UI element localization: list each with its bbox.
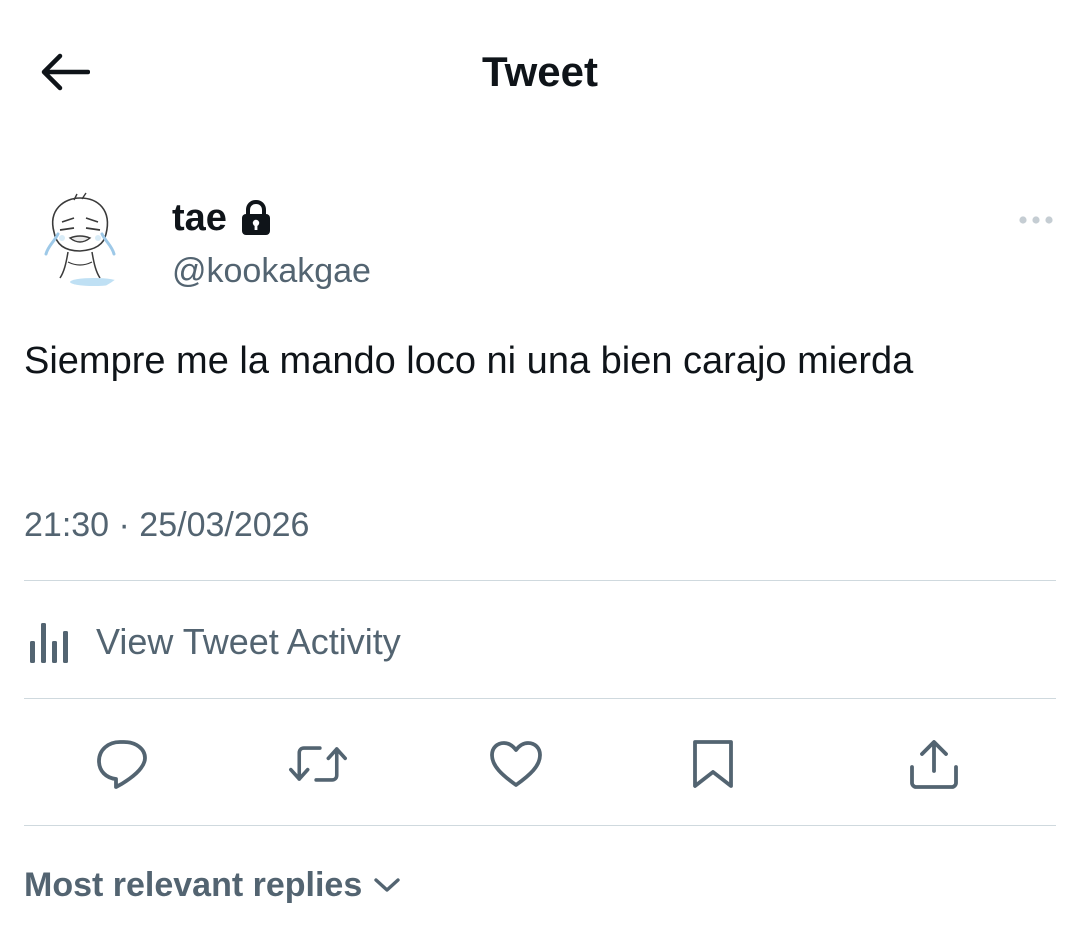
tweet-text: Siempre me la mando loco ni una bien car… — [24, 340, 914, 382]
view-tweet-activity-button[interactable]: View Tweet Activity — [24, 600, 401, 684]
user-handle[interactable]: @kookakgae — [172, 248, 371, 294]
replies-sort-label: Most relevant replies — [24, 866, 363, 904]
bar-chart-icon — [30, 623, 68, 663]
heart-icon — [490, 741, 542, 787]
avatar[interactable] — [24, 180, 136, 292]
tweet-action-bar — [24, 716, 1056, 812]
retweet-icon — [289, 746, 347, 782]
display-name[interactable]: tae — [172, 192, 227, 244]
bookmark-icon — [693, 740, 733, 788]
reply-button[interactable] — [92, 734, 152, 794]
lock-icon — [239, 199, 273, 237]
more-horizontal-icon — [1019, 216, 1053, 224]
like-button[interactable] — [486, 734, 546, 794]
activity-label: View Tweet Activity — [96, 621, 401, 662]
author-name-row: tae — [172, 192, 273, 244]
more-options-button[interactable] — [1014, 206, 1058, 234]
page-title: Tweet — [482, 48, 598, 95]
divider — [24, 825, 1056, 826]
bookmark-button[interactable] — [683, 734, 743, 794]
share-button[interactable] — [904, 734, 964, 794]
divider — [24, 698, 1056, 699]
tweet-timestamp[interactable]: 21:30 · 25/03/2026 — [24, 502, 309, 548]
replies-sort-dropdown[interactable]: Most relevant replies — [24, 862, 402, 908]
crying-cartoon-avatar — [44, 192, 118, 286]
reply-bubble-icon — [97, 740, 147, 789]
chevron-down-icon — [372, 875, 402, 895]
top-bar: Tweet — [0, 0, 1080, 140]
share-icon — [910, 740, 958, 789]
divider — [24, 580, 1056, 581]
retweet-button[interactable] — [288, 734, 348, 794]
